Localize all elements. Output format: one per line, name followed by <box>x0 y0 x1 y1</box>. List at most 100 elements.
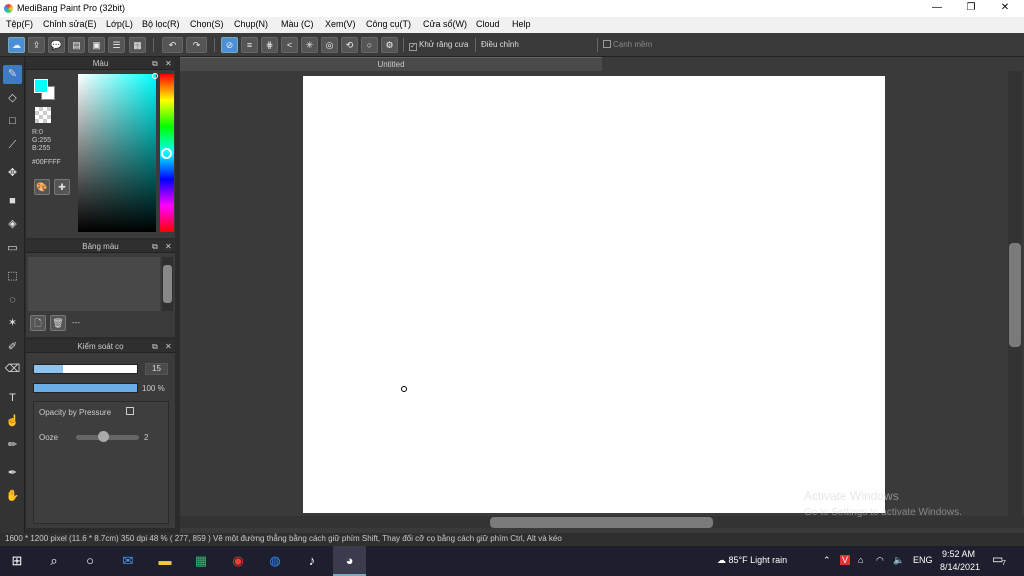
palette-scroll-thumb[interactable] <box>163 265 172 303</box>
antialias-checkbox[interactable]: ✓ Khử răng cưa <box>409 40 468 51</box>
file-explorer-icon[interactable]: ▬ <box>154 551 176 571</box>
clock-date[interactable]: 8/14/2021 <box>940 562 980 572</box>
select-rect-tool[interactable]: ⬚ <box>3 267 22 286</box>
transparent-color-swatch[interactable] <box>35 107 51 123</box>
eraser-tool[interactable]: ◇ <box>3 89 22 108</box>
clock-time[interactable]: 9:52 AM <box>942 549 975 559</box>
task-view-icon[interactable]: ○ <box>79 551 101 571</box>
brush-size-slider[interactable] <box>33 364 138 374</box>
close-icon[interactable]: ✕ <box>165 57 172 70</box>
brush-opacity-slider[interactable] <box>33 383 138 393</box>
menu-layer[interactable]: Lớp(L) <box>106 19 133 29</box>
hand-tool[interactable]: ✋ <box>3 487 22 506</box>
undock-icon[interactable]: ⧉ <box>152 57 158 70</box>
wifi-icon[interactable]: ◠ <box>876 555 884 566</box>
menu-view[interactable]: Xem(V) <box>325 19 356 29</box>
magic-wand-tool[interactable]: ✶ <box>3 314 22 333</box>
trash-icon[interactable]: 🗑 <box>50 315 66 331</box>
eyedropper-tool[interactable]: ✒ <box>3 464 22 483</box>
operation-tool[interactable]: ☝ <box>3 412 22 431</box>
palette-add-icon[interactable]: ✚ <box>54 179 70 195</box>
shape-tool[interactable]: □ <box>3 112 22 131</box>
lasso-tool[interactable]: ◌ <box>3 291 22 310</box>
fill-rect-tool[interactable]: ■ <box>3 192 22 211</box>
snap-off-icon[interactable]: ⊘ <box>221 37 238 53</box>
chrome-icon[interactable]: ◉ <box>227 551 249 571</box>
hue-slider-handle[interactable] <box>161 148 172 159</box>
volume-icon[interactable]: 🔈 <box>893 555 904 566</box>
redo-button[interactable]: ↷ <box>186 37 207 53</box>
cloud-icon[interactable]: ☁ <box>8 37 25 53</box>
grid-icon[interactable]: ▦ <box>129 37 146 53</box>
menu-file[interactable]: Tệp(F) <box>6 19 33 29</box>
mail-icon[interactable]: ✉ <box>117 551 139 571</box>
horizontal-scroll-thumb[interactable] <box>490 517 713 528</box>
curve-snap-icon[interactable]: ⟲ <box>341 37 358 53</box>
medibang-taskbar-icon[interactable]: ◕ <box>333 546 366 576</box>
palette-swatch-area[interactable] <box>28 257 160 311</box>
gradient-tool[interactable]: ▭ <box>3 239 22 258</box>
undo-button[interactable]: ↶ <box>162 37 183 53</box>
undock-icon[interactable]: ⧉ <box>152 340 158 353</box>
soft-edge-label: Cạnh mềm <box>613 40 653 49</box>
undock-icon[interactable]: ⧉ <box>152 240 158 253</box>
brush-tool[interactable]: ✎ <box>3 65 22 84</box>
vietnamese-keyboard-icon[interactable]: V <box>840 555 851 565</box>
show-hidden-icons-icon[interactable]: ⌃ <box>823 555 831 566</box>
language-indicator[interactable]: ENG <box>913 555 933 565</box>
brush-size-value[interactable]: 15 <box>145 363 168 375</box>
restore-button[interactable]: ❐ <box>954 0 988 17</box>
vertical-scroll-thumb[interactable] <box>1009 243 1021 347</box>
palette-icon[interactable]: 🎨 <box>34 179 50 195</box>
menu-edit[interactable]: Chỉnh sửa(E) <box>43 19 97 29</box>
ooze-slider-handle[interactable] <box>98 431 110 442</box>
close-icon[interactable]: ✕ <box>165 240 172 253</box>
menu-tools[interactable]: Công cụ(T) <box>366 19 411 29</box>
search-icon[interactable]: ⌕ <box>43 551 65 571</box>
vanishing-point-icon[interactable]: < <box>281 37 298 53</box>
move-tool[interactable]: ✥ <box>3 164 22 183</box>
spreadsheet-icon[interactable]: ▦ <box>190 551 212 571</box>
windows-start-icon[interactable]: ⊞ <box>6 551 28 571</box>
select-pen-tool[interactable]: ✐ <box>3 338 22 357</box>
document-tab[interactable]: Untitled <box>180 57 602 71</box>
crosshatch-snap-icon[interactable]: ⋕ <box>261 37 278 53</box>
foreground-color-swatch[interactable] <box>34 79 48 93</box>
parallel-snap-icon[interactable]: ≡ <box>241 37 258 53</box>
menu-window[interactable]: Cửa sổ(W) <box>423 19 467 29</box>
close-icon[interactable]: ✕ <box>165 340 172 353</box>
color-picker-marker[interactable] <box>152 73 158 79</box>
list-icon[interactable]: ☰ <box>108 37 125 53</box>
share-icon[interactable]: ⇪ <box>28 37 45 53</box>
new-page-icon[interactable]: 🗋 <box>30 315 46 331</box>
menu-capture[interactable]: Chụp(N) <box>234 19 268 29</box>
drawing-canvas[interactable] <box>303 76 885 513</box>
menu-cloud[interactable]: Cloud <box>476 19 500 29</box>
comment-icon[interactable]: 💬 <box>48 37 65 53</box>
chat-icon[interactable]: ▤ <box>68 37 85 53</box>
tiktok-icon[interactable]: ♪ <box>301 551 323 571</box>
opacity-by-pressure-checkbox[interactable] <box>126 407 134 415</box>
settings-icon[interactable]: ⚙ <box>381 37 398 53</box>
circle-snap-icon[interactable]: ○ <box>361 37 378 53</box>
bucket-tool[interactable]: ◈ <box>3 215 22 234</box>
menu-help[interactable]: Help <box>512 19 531 29</box>
select-eraser-tool[interactable]: ⌫ <box>3 360 22 379</box>
menu-filter[interactable]: Bộ lọc(R) <box>142 19 180 29</box>
menu-select[interactable]: Chọn(S) <box>190 19 224 29</box>
page-icon[interactable]: ▣ <box>88 37 105 53</box>
weather-widget[interactable]: ☁ 85°F Light rain <box>717 555 787 566</box>
network-icon[interactable]: ⌂ <box>858 555 863 565</box>
concentric-snap-icon[interactable]: ◎ <box>321 37 338 53</box>
minimize-button[interactable]: — <box>920 0 954 17</box>
menu-color[interactable]: Màu (C) <box>281 19 314 29</box>
saturation-value-picker[interactable] <box>78 74 156 232</box>
close-button[interactable]: ✕ <box>988 0 1022 17</box>
soft-edge-checkbox[interactable]: Cạnh mềm <box>603 40 652 49</box>
line-tool[interactable]: ⟋ <box>3 136 22 155</box>
zalo-icon[interactable]: ◍ <box>264 551 286 571</box>
radial-snap-icon[interactable]: ✳ <box>301 37 318 53</box>
text-tool[interactable]: T <box>3 389 22 408</box>
toolbar-divider <box>214 38 215 52</box>
divide-frame-tool[interactable]: ✏ <box>3 436 22 455</box>
